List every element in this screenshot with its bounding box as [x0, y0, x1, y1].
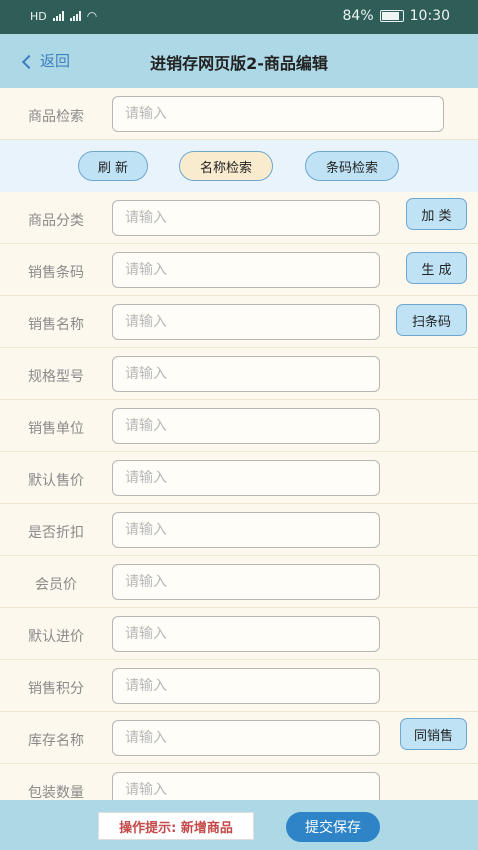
search-row: 商品检索 — [0, 88, 478, 140]
same-as-sale-button[interactable]: 同销售 — [400, 718, 467, 750]
member-price-input[interactable] — [112, 564, 380, 600]
field-label: 销售条码 — [28, 265, 84, 281]
status-bar: HD ◠ 84% 10:30 — [0, 0, 478, 34]
clock: 10:30 — [409, 8, 450, 24]
price-input[interactable] — [112, 460, 380, 496]
field-label: 包装数量 — [28, 785, 84, 801]
add-category-button[interactable]: 加 类 — [406, 198, 467, 230]
refresh-button[interactable]: 刷 新 — [78, 151, 148, 181]
battery-icon — [379, 10, 404, 22]
page-title: 进销存网页版2-商品编辑 — [150, 54, 328, 73]
field-label: 默认售价 — [28, 473, 84, 489]
field-barcode: 销售条码 生 成 — [0, 244, 478, 296]
stock-name-input[interactable] — [112, 720, 380, 756]
field-label: 销售名称 — [28, 317, 84, 333]
field-label: 商品分类 — [28, 213, 84, 229]
scan-barcode-button[interactable]: 扫条码 — [396, 304, 467, 336]
field-label: 是否折扣 — [28, 525, 84, 541]
search-actions: 刷 新 名称检索 条码检索 — [0, 140, 478, 192]
field-label: 默认进价 — [28, 629, 84, 645]
hd-label: HD — [30, 9, 47, 23]
field-unit: 销售单位 — [0, 400, 478, 452]
field-label: 销售积分 — [28, 681, 84, 697]
field-member-price: 会员价 — [0, 556, 478, 608]
submit-save-button[interactable]: 提交保存 — [286, 812, 380, 842]
field-label: 销售单位 — [28, 421, 84, 437]
cost-input[interactable] — [112, 616, 380, 652]
nav-bar: 返回 进销存网页版2-商品编辑 — [0, 34, 478, 88]
signal-icon — [52, 11, 64, 21]
battery-percent: 84% — [342, 8, 374, 24]
field-stock-name: 库存名称 同销售 — [0, 712, 478, 764]
field-sale-name: 销售名称 扫条码 — [0, 296, 478, 348]
wifi-icon: ◠ — [86, 9, 98, 23]
points-input[interactable] — [112, 668, 380, 704]
operation-tip: 操作提示: 新增商品 — [98, 812, 254, 840]
signal-indicators: HD ◠ — [30, 9, 97, 23]
name-search-button[interactable]: 名称检索 — [179, 151, 273, 181]
field-label: 会员价 — [35, 577, 77, 593]
field-points: 销售积分 — [0, 660, 478, 712]
field-discount: 是否折扣 — [0, 504, 478, 556]
field-price: 默认售价 — [0, 452, 478, 504]
field-label: 库存名称 — [28, 733, 84, 749]
search-input[interactable] — [112, 96, 444, 132]
signal-icon-2 — [69, 11, 81, 21]
field-label: 规格型号 — [28, 369, 84, 385]
field-cost: 默认进价 — [0, 608, 478, 660]
search-label: 商品检索 — [28, 109, 84, 125]
status-right: 84% 10:30 — [343, 8, 450, 24]
spec-input[interactable] — [112, 356, 380, 392]
generate-button[interactable]: 生 成 — [406, 252, 467, 284]
unit-input[interactable] — [112, 408, 380, 444]
field-spec: 规格型号 — [0, 348, 478, 400]
barcode-search-button[interactable]: 条码检索 — [305, 151, 399, 181]
barcode-input[interactable] — [112, 252, 380, 288]
footer-bar: 操作提示: 新增商品 提交保存 — [0, 800, 478, 850]
category-input[interactable] — [112, 200, 380, 236]
discount-input[interactable] — [112, 512, 380, 548]
field-category: 商品分类 加 类 — [0, 192, 478, 244]
sale-name-input[interactable] — [112, 304, 380, 340]
